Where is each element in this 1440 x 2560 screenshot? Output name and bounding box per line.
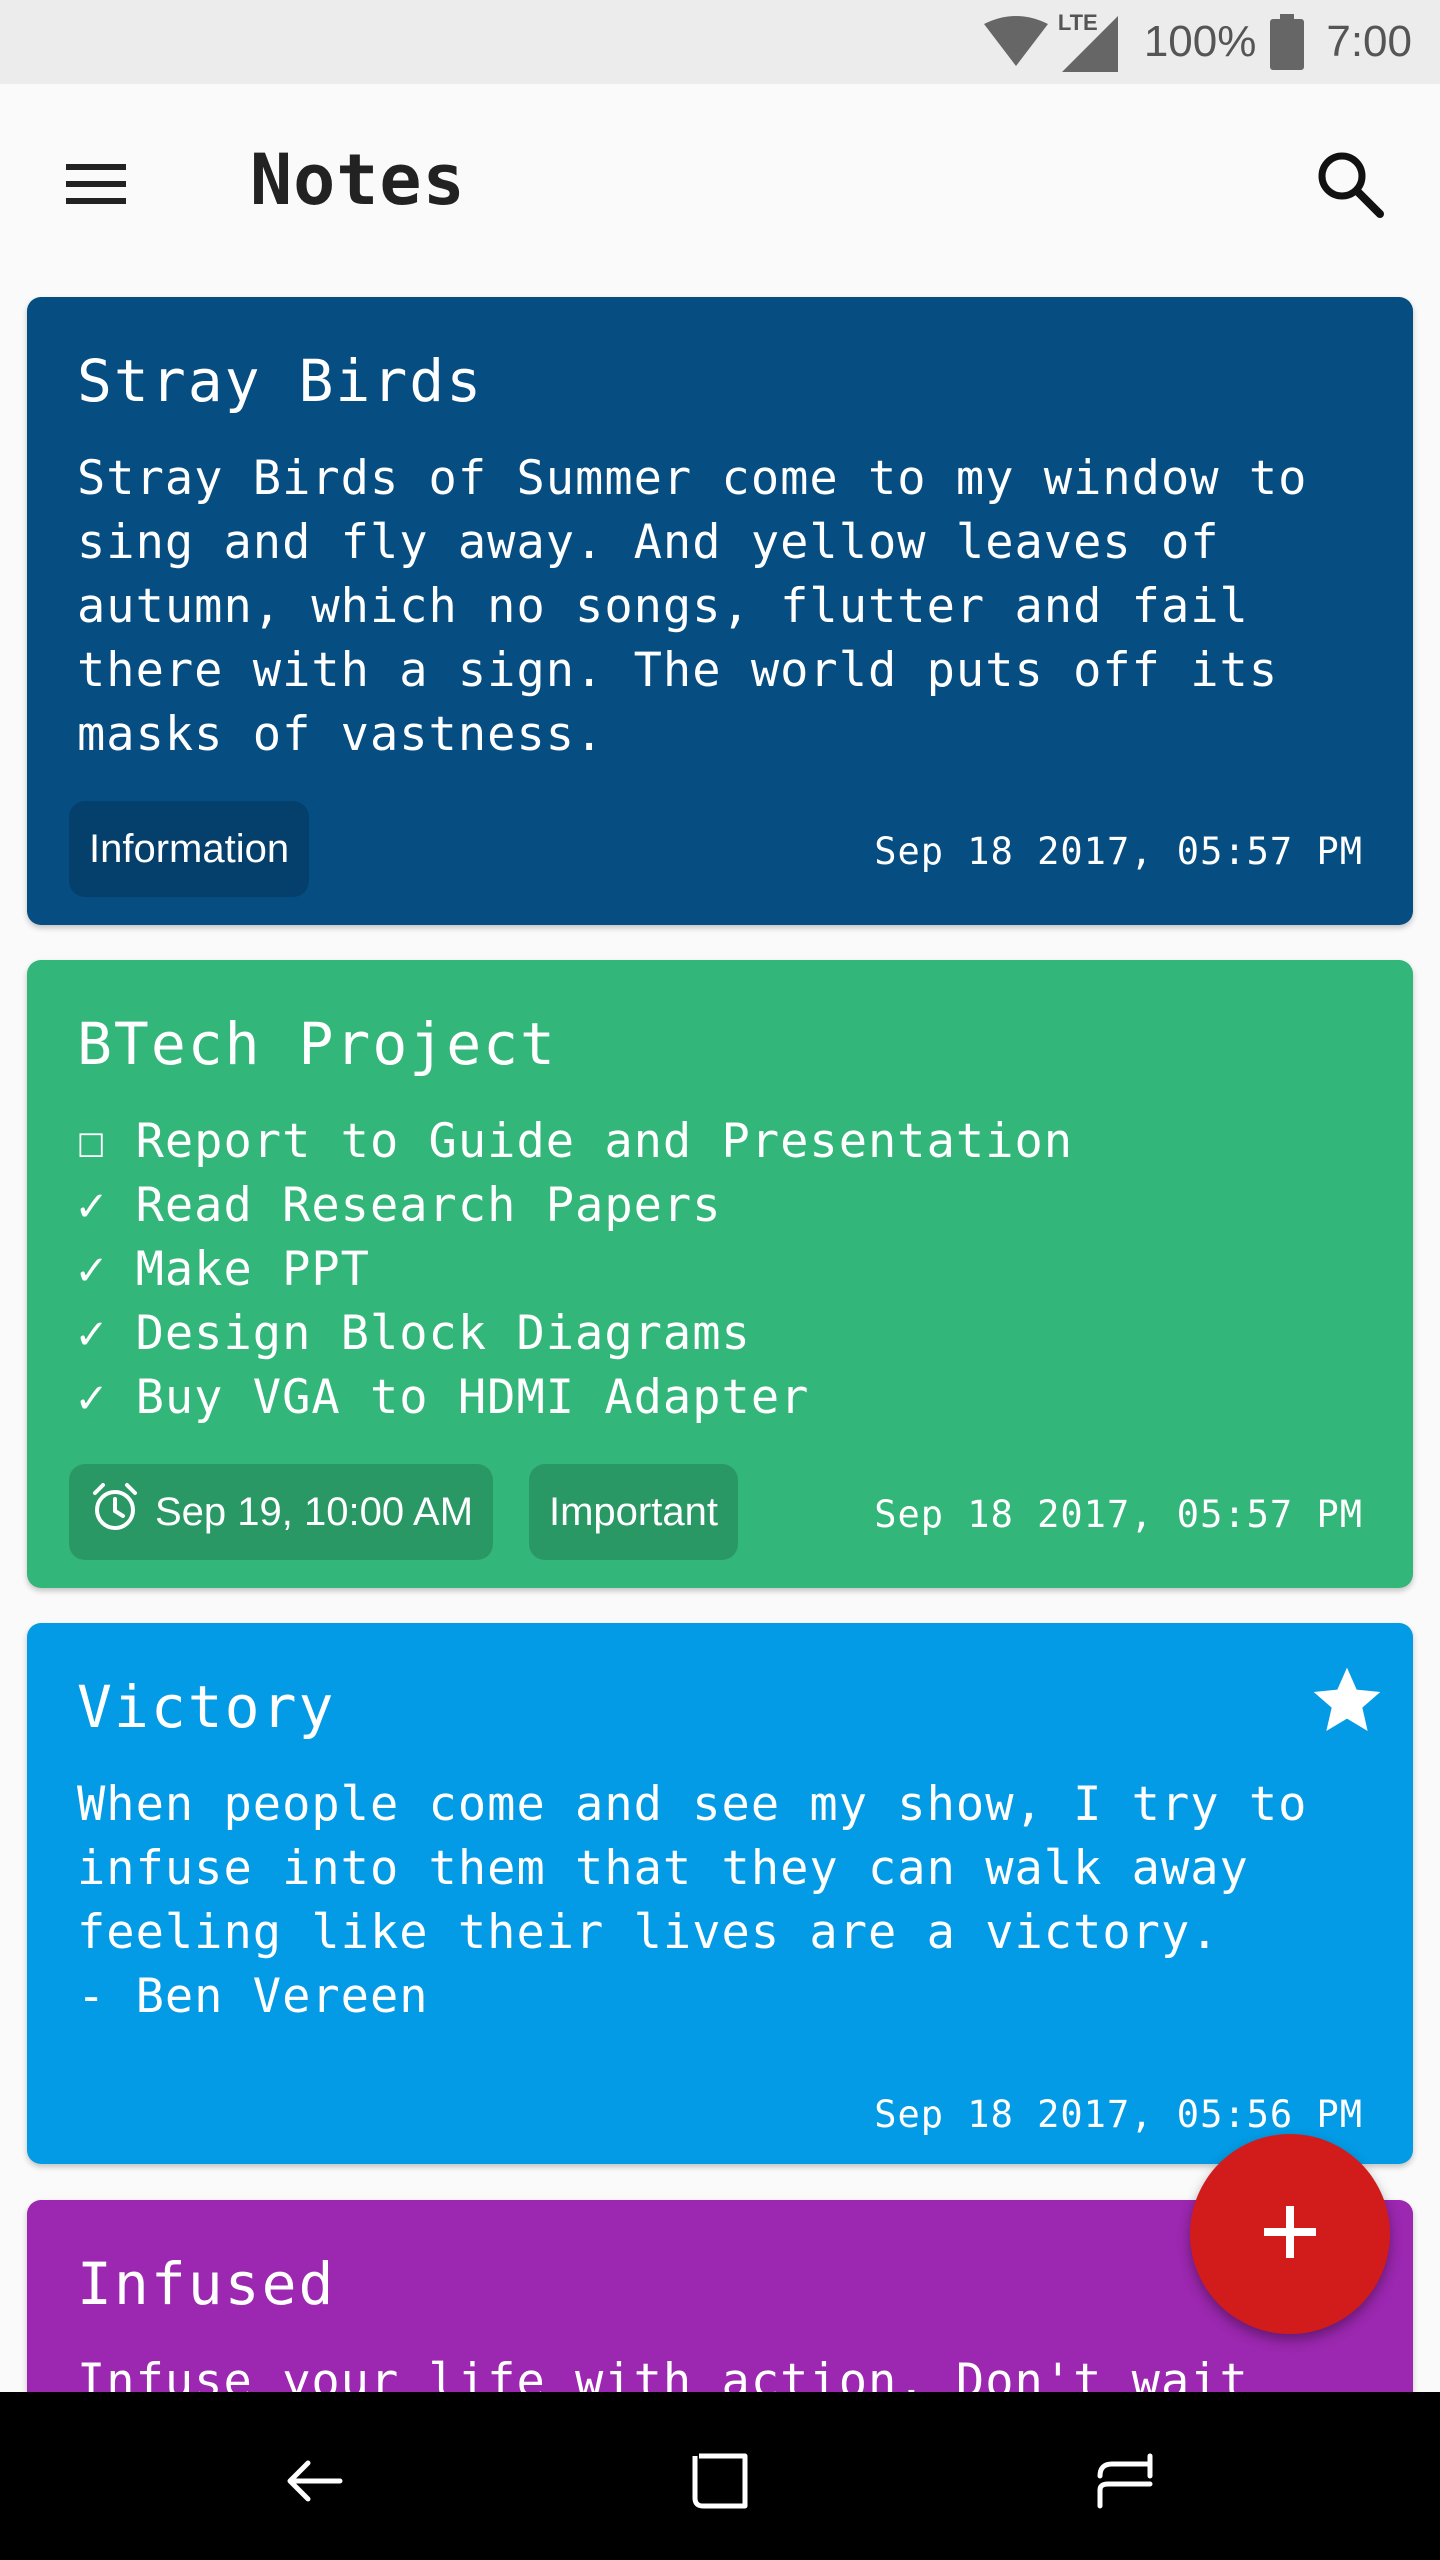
note-date: Sep 18 2017, 05:57 PM xyxy=(874,830,1363,873)
note-card-victory[interactable]: Victory When people come and see my show… xyxy=(27,1623,1413,2164)
lte-signal-icon: LTE xyxy=(1058,10,1122,72)
navigation-bar xyxy=(0,2392,1440,2560)
alarm-clock-icon xyxy=(89,1481,155,1543)
network-label: LTE xyxy=(1057,10,1098,35)
add-icon xyxy=(1260,2202,1320,2267)
page-title: Notes xyxy=(250,139,466,221)
wifi-icon xyxy=(983,16,1048,68)
reminder-chip[interactable]: Sep 19, 10:00 AM xyxy=(69,1464,494,1560)
tag-label: Important xyxy=(549,1489,718,1534)
battery-icon xyxy=(1270,14,1305,70)
note-card-stray-birds[interactable]: Stray Birds Stray Birds of Summer come t… xyxy=(27,297,1413,925)
note-body: Infuse your life with action. Don't wait xyxy=(77,2354,1249,2392)
tag-label: Information xyxy=(89,826,290,871)
note-title: Victory xyxy=(77,1673,336,1741)
status-bar: LTE 100% 7:00 xyxy=(0,0,1440,84)
add-note-button[interactable] xyxy=(1190,2134,1390,2334)
recents-icon[interactable] xyxy=(1090,2446,1160,2516)
app-bar: Notes xyxy=(0,84,1440,284)
note-body: When people come and see my show, I try … xyxy=(77,1777,1308,2024)
clock: 7:00 xyxy=(1326,17,1412,66)
note-checklist: ☐ Report to Guide and Presentation ✓ Rea… xyxy=(77,1114,1074,1425)
menu-icon[interactable] xyxy=(58,154,132,214)
tag-chip[interactable]: Information xyxy=(69,801,310,897)
note-card-btech-project[interactable]: BTech Project ☐ Report to Guide and Pres… xyxy=(27,960,1413,1588)
star-icon[interactable] xyxy=(1307,1661,1387,1741)
note-title: Stray Birds xyxy=(77,347,484,415)
tag-chip[interactable]: Important xyxy=(529,1464,738,1560)
battery-percent: 100% xyxy=(1143,17,1257,66)
home-icon[interactable] xyxy=(685,2446,755,2516)
note-body: Stray Birds of Summer come to my window … xyxy=(77,451,1308,762)
reminder-label: Sep 19, 10:00 AM xyxy=(155,1489,474,1534)
note-title: Infused xyxy=(77,2250,336,2318)
note-date: Sep 18 2017, 05:56 PM xyxy=(874,2093,1363,2136)
status-icons: LTE 100% 7:00 xyxy=(983,0,1412,84)
note-title: BTech Project xyxy=(77,1010,557,1078)
note-date: Sep 18 2017, 05:57 PM xyxy=(874,1493,1363,1536)
back-icon[interactable] xyxy=(280,2446,350,2516)
search-icon[interactable] xyxy=(1310,144,1390,224)
